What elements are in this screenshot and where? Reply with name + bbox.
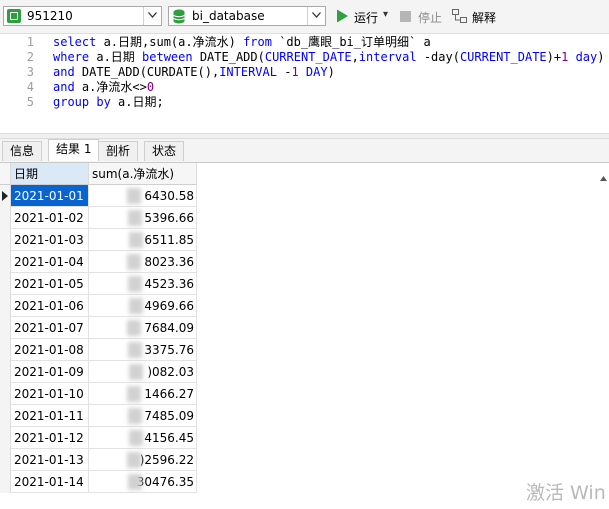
cell-sum[interactable]: 30476.35 <box>89 471 197 493</box>
redaction-blur <box>129 232 143 248</box>
tab-profile[interactable]: 剖析 <box>98 141 139 161</box>
tab-info[interactable]: 信息 <box>2 141 43 161</box>
row-header[interactable] <box>0 405 11 427</box>
line-number: 4 <box>26 80 34 94</box>
cell-date[interactable]: 2021-01-12 <box>11 427 89 449</box>
redaction-blur <box>128 210 142 226</box>
line-number-gutter: 1 2 3 4 5 <box>0 34 38 134</box>
row-header[interactable] <box>0 273 11 295</box>
cell-date[interactable]: 2021-01-04 <box>11 251 89 273</box>
cell-date[interactable]: 2021-01-06 <box>11 295 89 317</box>
cell-date[interactable]: 2021-01-09 <box>11 361 89 383</box>
code-line-4: and a.净流水<>0 <box>53 80 155 94</box>
row-header[interactable] <box>0 339 11 361</box>
run-label: 运行 <box>354 11 379 25</box>
code-line-1: select a.日期,sum(a.净流水) from `db_鹰眼_bi_订单… <box>53 35 431 49</box>
stop-label: 停止 <box>418 11 443 25</box>
row-header[interactable] <box>0 449 11 471</box>
cell-date[interactable]: 2021-01-14 <box>11 471 89 493</box>
redaction-blur <box>128 342 142 358</box>
current-row-pointer-icon <box>2 191 8 201</box>
scroll-up-arrow-icon[interactable] <box>600 176 607 181</box>
cell-sum[interactable]: 6511.85 <box>89 229 197 251</box>
cell-date[interactable]: 2021-01-10 <box>11 383 89 405</box>
redaction-blur <box>127 254 141 270</box>
row-header[interactable] <box>0 471 11 493</box>
cell-sum[interactable]: 8023.36 <box>89 251 197 273</box>
cell-sum[interactable]: 3375.76 <box>89 339 197 361</box>
cell-date[interactable]: 2021-01-13 <box>11 449 89 471</box>
cell-sum[interactable]: )2596.22 <box>89 449 197 471</box>
grid-corner <box>0 163 11 185</box>
row-header[interactable] <box>0 427 11 449</box>
stop-icon <box>400 11 411 22</box>
row-header[interactable] <box>0 229 11 251</box>
stop-button[interactable]: 停止 <box>400 8 446 26</box>
cell-sum[interactable]: 4969.66 <box>89 295 197 317</box>
run-dropdown-chevron-icon[interactable]: ▾ <box>383 9 388 20</box>
tab-result-1[interactable]: 结果 1 <box>48 139 100 161</box>
redaction-blur <box>127 320 141 336</box>
cell-sum[interactable]: 4156.45 <box>89 427 197 449</box>
play-icon <box>337 9 348 23</box>
cell-date[interactable]: 2021-01-11 <box>11 405 89 427</box>
row-header[interactable] <box>0 251 11 273</box>
row-header[interactable] <box>0 185 11 207</box>
row-header[interactable] <box>0 317 11 339</box>
cell-date[interactable]: 2021-01-07 <box>11 317 89 339</box>
cell-date[interactable]: 2021-01-01 <box>11 185 89 207</box>
cell-sum[interactable]: 7684.09 <box>89 317 197 339</box>
line-number: 1 <box>26 35 34 49</box>
connection-dropdown-chevron-icon[interactable] <box>143 7 161 25</box>
cell-date[interactable]: 2021-01-03 <box>11 229 89 251</box>
connection-icon <box>7 9 21 23</box>
database-icon <box>173 9 185 24</box>
sql-editor[interactable]: 1 2 3 4 5 select a.日期,sum(a.净流水) from `d… <box>0 34 609 134</box>
line-number: 2 <box>26 50 34 64</box>
cell-sum[interactable]: 6430.58 <box>89 185 197 207</box>
redaction-blur <box>129 430 143 446</box>
row-header[interactable] <box>0 207 11 229</box>
cell-date[interactable]: 2021-01-02 <box>11 207 89 229</box>
line-number: 3 <box>26 65 34 79</box>
line-number: 5 <box>26 95 34 109</box>
redaction-blur <box>129 364 143 380</box>
connection-select[interactable]: 951210 <box>3 6 162 26</box>
cell-sum[interactable]: )082.03 <box>89 361 197 383</box>
cell-date[interactable]: 2021-01-05 <box>11 273 89 295</box>
redaction-blur <box>129 298 143 314</box>
activation-watermark: 激活 Win <box>526 482 606 504</box>
code-line-5: group by a.日期; <box>53 95 164 109</box>
explain-icon <box>452 9 467 23</box>
redaction-blur <box>127 386 141 402</box>
column-header-date[interactable]: 日期 <box>11 163 89 185</box>
column-header-sum[interactable]: sum(a.净流水) <box>89 163 197 185</box>
database-value: bi_database <box>192 9 265 23</box>
cell-sum[interactable]: 1466.27 <box>89 383 197 405</box>
redaction-blur <box>128 408 142 424</box>
toolbar: 951210 bi_database 运行 ▾ 停止 解释 <box>0 0 609 34</box>
redaction-blur <box>127 452 141 468</box>
code-line-2: where a.日期 between DATE_ADD(CURRENT_DATE… <box>53 50 605 64</box>
connection-value: 951210 <box>27 9 73 23</box>
redaction-blur <box>127 188 141 204</box>
explain-button[interactable]: 解释 <box>452 8 502 26</box>
database-select[interactable]: bi_database <box>168 6 326 26</box>
cell-sum[interactable]: 5396.66 <box>89 207 197 229</box>
row-header[interactable] <box>0 383 11 405</box>
cell-sum[interactable]: 4523.36 <box>89 273 197 295</box>
database-dropdown-chevron-icon[interactable] <box>307 7 325 25</box>
redaction-blur <box>128 276 142 292</box>
result-grid[interactable]: 日期 sum(a.净流水) 2021-01-01 6430.58 2021-01-0… <box>0 163 609 509</box>
row-header[interactable] <box>0 361 11 383</box>
explain-label: 解释 <box>472 11 497 25</box>
cell-sum[interactable]: 7485.09 <box>89 405 197 427</box>
row-header[interactable] <box>0 295 11 317</box>
redaction-blur <box>128 474 142 490</box>
tab-status[interactable]: 状态 <box>144 141 185 161</box>
cell-date[interactable]: 2021-01-08 <box>11 339 89 361</box>
result-tabs: 信息 结果 1 剖析 状态 <box>0 139 609 163</box>
run-button[interactable]: 运行 ▾ <box>336 8 394 26</box>
code-line-3: and DATE_ADD(CURDATE(),INTERVAL -1 DAY) <box>53 65 335 79</box>
